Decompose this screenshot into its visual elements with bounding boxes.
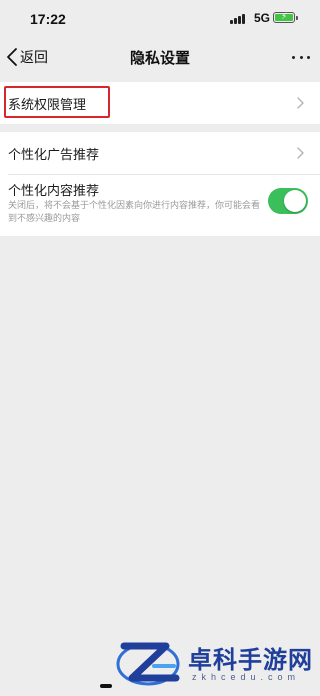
status-time: 17:22 [30, 11, 66, 27]
highlight-box [4, 86, 110, 118]
personalized-content-description: 关闭后，将不会基于个性化因素向你进行内容推荐，你可能会看到不感兴趣的内容 [8, 201, 261, 224]
nav-bar: 返回 隐私设置 [0, 36, 320, 78]
signal-icon [230, 14, 248, 24]
settings-group-permissions: 系统权限管理 [0, 82, 320, 124]
personalized-content-label: 个性化内容推荐 [8, 184, 100, 199]
system-permissions-row[interactable]: 系统权限管理 [0, 82, 320, 124]
more-dots-icon[interactable] [292, 50, 310, 64]
watermark-subtitle: zkhcedu.com [192, 672, 301, 682]
personalized-ads-row[interactable]: 个性化广告推荐 [0, 132, 320, 174]
phone-screen: 17:22 5G ⚡ 返回 隐私设置 系统权限管理 个性化广告推荐 个性化内容推… [0, 0, 320, 696]
personalized-ads-label: 个性化广告推荐 [8, 148, 100, 163]
chevron-right-icon [297, 97, 304, 109]
watermark-logo-icon [116, 642, 180, 686]
personalized-content-toggle[interactable] [268, 188, 308, 214]
status-bar: 17:22 5G ⚡ [0, 0, 320, 36]
watermark: 卓科手游网 zkhcedu.com [108, 634, 320, 690]
watermark-title: 卓科手游网 [188, 645, 313, 674]
settings-group-personalization: 个性化广告推荐 个性化内容推荐 关闭后，将不会基于个性化因素向你进行内容推荐，你… [0, 132, 320, 236]
battery-icon: ⚡ [273, 12, 298, 23]
chevron-right-icon [297, 147, 304, 159]
toggle-knob [284, 190, 306, 212]
home-indicator [100, 684, 112, 688]
network-type: 5G [254, 11, 271, 25]
page-title: 隐私设置 [129, 49, 190, 67]
